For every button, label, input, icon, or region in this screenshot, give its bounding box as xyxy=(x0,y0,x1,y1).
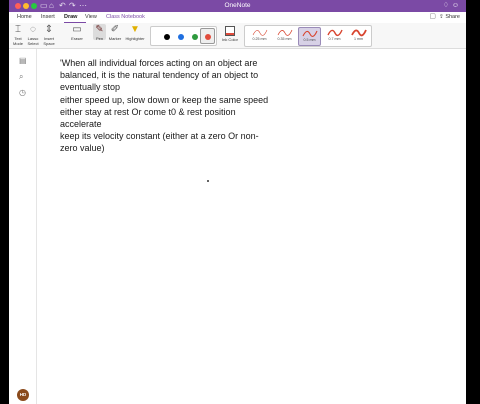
ink-color-label: Ink Color xyxy=(221,37,238,42)
thickness-label: 0.25 mm xyxy=(252,37,267,41)
note-line[interactable]: eventually stop xyxy=(60,81,290,93)
onenote-window: ▭ ⌂ ↶ ↷ ⋯ OneNote ♢ ☺ Home Insert Draw V… xyxy=(9,0,466,404)
thickness-label: 0.7 mm xyxy=(328,37,341,41)
note-line[interactable]: either stay at rest Or come t0 & rest po… xyxy=(60,106,290,118)
thickness-0-35mm[interactable]: 0.35 mm xyxy=(273,27,296,46)
pen-color-palette xyxy=(150,26,217,46)
stroke-preview-icon xyxy=(302,30,318,37)
highlighter-icon: ▼ xyxy=(130,24,140,35)
stroke-preview-icon xyxy=(277,29,292,36)
avatar[interactable]: HD xyxy=(17,389,29,401)
thickness-label: 0.35 mm xyxy=(277,37,292,41)
thickness-label: 1 mm xyxy=(354,37,363,41)
color-swatch-blue[interactable] xyxy=(178,34,184,40)
stroke-preview-icon xyxy=(350,29,367,37)
insert-space-icon: ⇕ xyxy=(44,24,54,35)
color-swatch-green[interactable] xyxy=(192,34,198,40)
thickness-label: 0.5 mm xyxy=(303,38,316,42)
emoji-icon[interactable]: ☺ xyxy=(452,2,459,10)
note-line[interactable]: zero value) xyxy=(60,142,290,154)
note-text-container[interactable]: 'When all individual forces acting on an… xyxy=(60,57,290,155)
title-bar: ▭ ⌂ ↶ ↷ ⋯ OneNote ♢ ☺ xyxy=(9,0,466,12)
navigation-sidebar: ▤ ⌕ ◷ HD xyxy=(9,49,37,404)
eraser-icon: ▭ xyxy=(72,24,82,35)
tab-insert[interactable]: Insert xyxy=(41,14,55,21)
tab-view[interactable]: View xyxy=(85,14,97,21)
search-icon[interactable]: ⌕ xyxy=(19,72,23,81)
ink-color-icon xyxy=(225,26,235,36)
insert-space-button[interactable]: ⇕ Insert Space xyxy=(41,24,57,46)
text-mode-icon: ⌶ xyxy=(15,24,21,35)
text-mode-label: Text Mode xyxy=(12,36,23,46)
comments-icon[interactable]: ▢ xyxy=(429,13,436,21)
stroke-preview-icon xyxy=(326,29,343,37)
thickness-0-5mm[interactable]: 0.5 mm xyxy=(298,27,321,46)
note-line[interactable]: accelerate xyxy=(60,118,290,130)
ink-color-button[interactable]: Ink Color xyxy=(220,25,240,42)
color-swatch-red[interactable] xyxy=(205,34,211,40)
thickness-1mm[interactable]: 1 mm xyxy=(347,27,370,46)
eraser-button[interactable]: ▭ Eraser xyxy=(66,24,88,41)
eraser-label: Eraser xyxy=(71,36,83,41)
lasso-select-label: Lasso Select xyxy=(27,36,39,46)
pen-label: Pen xyxy=(95,36,104,41)
share-label: Share xyxy=(445,14,460,20)
tab-home[interactable]: Home xyxy=(17,14,32,21)
pen-thickness-gallery: 0.25 mm 0.35 mm 0.5 mm 0.7 mm 1 mm xyxy=(244,25,372,47)
note-line[interactable]: 'When all individual forces acting on an… xyxy=(60,57,290,69)
pen-icon: ✎ xyxy=(95,24,104,35)
marker-icon: ✐ xyxy=(110,24,120,35)
thickness-0-7mm[interactable]: 0.7 mm xyxy=(323,27,346,46)
text-mode-button[interactable]: ⌶ Text Mode xyxy=(11,24,25,46)
draw-ribbon: ⌶ Text Mode ◌ Lasso Select ⇕ Insert Spac… xyxy=(9,23,466,49)
notebooks-icon[interactable]: ▤ xyxy=(19,56,27,65)
notifications-icon[interactable]: ♢ xyxy=(443,2,449,10)
thickness-0-25mm[interactable]: 0.25 mm xyxy=(248,27,271,46)
note-page[interactable]: 'When all individual forces acting on an… xyxy=(38,49,466,404)
highlighter-label: Highlighter xyxy=(125,36,145,41)
highlighter-button[interactable]: ▼ Highlighter xyxy=(123,24,147,41)
tab-draw[interactable]: Draw xyxy=(64,14,77,21)
marker-label: Marker xyxy=(108,36,122,41)
ribbon-tabs: Home Insert Draw View Class Notebook ▢ ⇪… xyxy=(9,12,466,24)
insert-space-label: Insert Space xyxy=(43,36,55,46)
stroke-preview-icon xyxy=(252,29,267,36)
marker-button[interactable]: ✐ Marker xyxy=(108,24,122,41)
tab-class-notebook[interactable]: Class Notebook xyxy=(106,14,145,21)
lasso-select-button[interactable]: ◌ Lasso Select xyxy=(26,24,40,46)
note-line[interactable]: balanced, it is the natural tendency of … xyxy=(60,69,290,81)
lasso-icon: ◌ xyxy=(30,24,36,35)
color-swatch-black[interactable] xyxy=(164,34,170,40)
recent-notes-icon[interactable]: ◷ xyxy=(19,88,26,97)
note-line[interactable]: keep its velocity constant (either at a … xyxy=(60,130,290,142)
pen-button[interactable]: ✎ Pen xyxy=(93,24,106,41)
app-title: OneNote xyxy=(224,2,251,9)
share-button[interactable]: ⇪ Share xyxy=(439,14,460,21)
ink-dot xyxy=(207,180,209,182)
note-line[interactable]: either speed up, slow down or keep the s… xyxy=(60,94,290,106)
